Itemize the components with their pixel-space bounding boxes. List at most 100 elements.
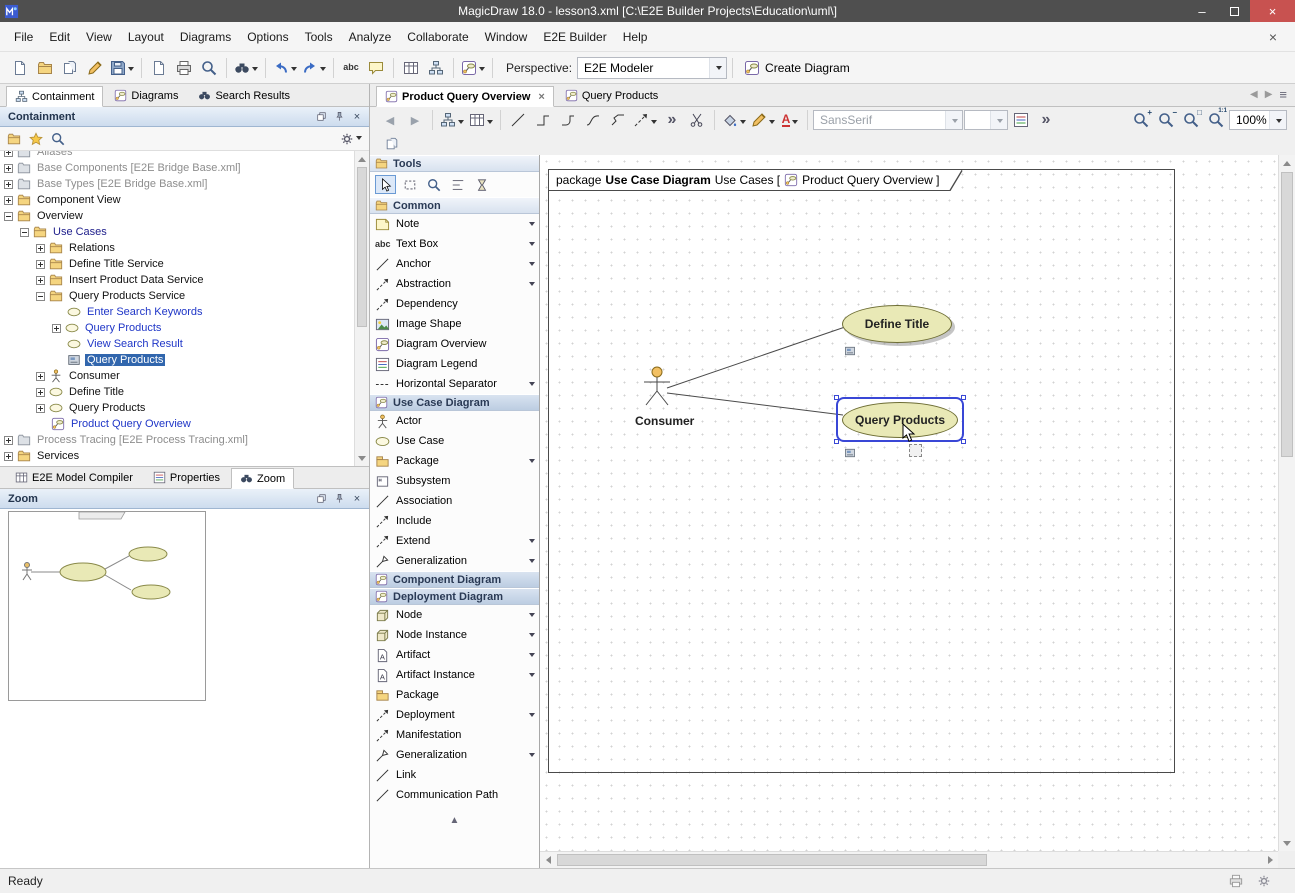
favorites-icon[interactable] (29, 132, 43, 146)
selection-handle[interactable] (961, 395, 966, 400)
tab-query-products[interactable]: Query Products (556, 85, 667, 106)
tree-item[interactable]: Aliases (0, 151, 354, 160)
menu-layout[interactable]: Layout (120, 25, 172, 49)
close-project-icon[interactable]: × (1257, 29, 1289, 45)
search-icon[interactable] (51, 132, 65, 146)
path-rounded-button[interactable] (556, 108, 580, 132)
palette-extend[interactable]: Extend (370, 531, 539, 551)
actor-consumer[interactable]: Consumer (635, 366, 679, 428)
font-family-combo[interactable]: SansSerif (813, 110, 963, 130)
expander-icon[interactable] (4, 164, 13, 173)
palette-actor[interactable]: Actor (370, 411, 539, 431)
cut-button[interactable] (685, 108, 709, 132)
spell-check-button[interactable]: abc (339, 56, 363, 80)
palette-artifact-instance[interactable]: Artifact Instance (370, 665, 539, 685)
tree-item[interactable]: Query Products Service (0, 288, 354, 304)
diagram-frame-header[interactable]: package Use Case Diagram Use Cases [ Pro… (549, 170, 962, 190)
tree-item[interactable]: Overview (0, 208, 354, 224)
palette-deployment[interactable]: Deployment (370, 705, 539, 725)
expander-icon[interactable] (36, 404, 45, 413)
zoom-level-combo[interactable]: 100% (1229, 110, 1287, 130)
add-related-caret[interactable] (487, 120, 493, 127)
expander-icon[interactable] (4, 212, 13, 221)
pin-panel-icon[interactable] (332, 492, 346, 506)
close-tab-icon[interactable]: × (538, 91, 544, 103)
palette-scroll-up-button[interactable]: ▲ (370, 805, 539, 826)
palette-node-instance[interactable]: Node Instance (370, 625, 539, 645)
scroll-right-arrow[interactable] (1263, 852, 1278, 867)
fill-color-caret[interactable] (740, 120, 746, 127)
expander-icon[interactable] (36, 292, 45, 301)
tree-item[interactable]: Process Tracing [E2E Process Tracing.xml… (0, 432, 354, 448)
export-button[interactable] (147, 56, 171, 80)
diagram-canvas[interactable]: package Use Case Diagram Use Cases [ Pro… (540, 155, 1278, 851)
item-dropdown-caret[interactable] (529, 282, 535, 289)
scroll-left-arrow[interactable] (540, 852, 555, 867)
selection-handle[interactable] (834, 439, 839, 444)
float-panel-icon[interactable] (314, 110, 328, 124)
item-dropdown-caret[interactable] (529, 653, 535, 660)
tree-item[interactable]: Define Title Service (0, 256, 354, 272)
palette-association[interactable]: Association (370, 491, 539, 511)
zoom-combo-caret[interactable] (1269, 111, 1286, 129)
menu-diagrams[interactable]: Diagrams (172, 25, 239, 49)
print-preview-button[interactable] (197, 56, 221, 80)
palette-artifact[interactable]: Artifact (370, 645, 539, 665)
tree-item-selected[interactable]: Query Products (0, 352, 354, 368)
filter-tool[interactable] (471, 175, 492, 194)
item-dropdown-caret[interactable] (529, 713, 535, 720)
palette-section-tools[interactable]: Tools (370, 155, 539, 172)
palette-subsystem[interactable]: Subsystem (370, 471, 539, 491)
menu-analyze[interactable]: Analyze (341, 25, 400, 49)
toolbar-overflow-chevron[interactable]: » (1034, 108, 1058, 132)
item-dropdown-caret[interactable] (529, 382, 535, 389)
palette-package[interactable]: Package (370, 451, 539, 471)
add-related-button[interactable] (467, 108, 495, 132)
maximize-button[interactable] (1218, 0, 1250, 22)
dependency-style-caret[interactable] (651, 120, 657, 127)
diagram-list-icon[interactable]: ≡ (1279, 87, 1287, 102)
palette-deploy-generalization[interactable]: Generalization (370, 745, 539, 765)
align-tool[interactable] (447, 175, 468, 194)
palette-section-use-case-diagram[interactable]: Use Case Diagram (370, 394, 539, 411)
find-button[interactable] (232, 56, 260, 80)
tree-item[interactable]: Base Types [E2E Bridge Base.xml] (0, 176, 354, 192)
palette-dependency[interactable]: Dependency (370, 294, 539, 314)
path-curved-button[interactable] (581, 108, 605, 132)
palette-image-shape[interactable]: Image Shape (370, 314, 539, 334)
tab-zoom[interactable]: Zoom (231, 468, 294, 489)
next-diagram-icon[interactable]: ▶ (1265, 89, 1273, 100)
settings-gear-icon[interactable] (1257, 874, 1271, 888)
palette-node[interactable]: Node (370, 605, 539, 625)
palette-link[interactable]: Link (370, 765, 539, 785)
tab-properties[interactable]: Properties (144, 467, 229, 488)
item-dropdown-caret[interactable] (529, 559, 535, 566)
palette-text-box[interactable]: abcText Box (370, 234, 539, 254)
item-dropdown-caret[interactable] (529, 753, 535, 760)
palette-include[interactable]: Include (370, 511, 539, 531)
dependency-style-button[interactable] (631, 108, 659, 132)
expander-icon[interactable] (36, 276, 45, 285)
selection-handle[interactable] (961, 439, 966, 444)
tree-scrollbar[interactable] (354, 151, 369, 466)
link-with-editor-button[interactable] (424, 56, 448, 80)
path-straight-button[interactable] (506, 108, 530, 132)
expander-icon[interactable] (36, 372, 45, 381)
print-button[interactable] (172, 56, 196, 80)
font-color-button[interactable]: A (778, 108, 802, 132)
scroll-up-arrow[interactable] (1279, 155, 1295, 170)
show-diagram-info-button[interactable] (380, 132, 404, 156)
scroll-down-arrow[interactable] (355, 451, 369, 466)
menu-edit[interactable]: Edit (41, 25, 78, 49)
zoom-in-button[interactable]: + (1129, 108, 1153, 132)
scroll-up-arrow[interactable] (355, 151, 369, 166)
perspective-combo[interactable]: E2E Modeler (577, 57, 727, 79)
font-color-caret[interactable] (792, 120, 798, 127)
new-project-button[interactable] (8, 56, 32, 80)
redo-dropdown-caret[interactable] (320, 67, 326, 74)
menu-view[interactable]: View (78, 25, 120, 49)
containment-tree[interactable]: Aliases Base Components [E2E Bridge Base… (0, 151, 369, 466)
palette-horizontal-separator[interactable]: Horizontal Separator (370, 374, 539, 394)
menu-e2e-builder[interactable]: E2E Builder (535, 25, 614, 49)
scrollbar-thumb[interactable] (357, 167, 367, 327)
